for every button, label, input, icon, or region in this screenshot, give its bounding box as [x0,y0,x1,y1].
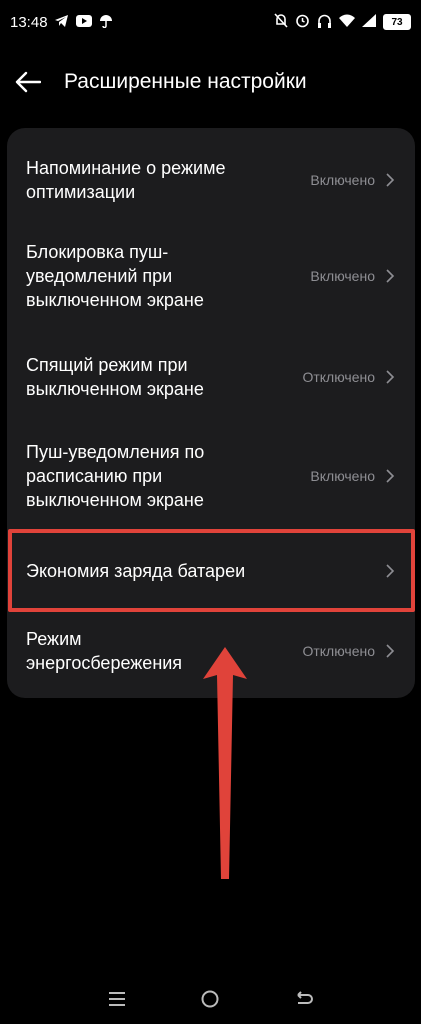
chevron-right-icon [386,269,395,283]
setting-sleep-mode-screen-off[interactable]: Спящий режим при выключенном экране Откл… [7,352,415,402]
chevron-right-icon [386,469,395,483]
telegram-icon [54,14,69,30]
setting-label: Блокировка пуш-уведомлений при выключенн… [26,242,204,310]
setting-scheduled-push[interactable]: Пуш-уведомления по расписанию при выключ… [7,440,415,512]
status-bar: 13:48 73 [0,0,421,44]
setting-value: Включено [310,268,375,284]
setting-label: Пуш-уведомления по расписанию при выключ… [26,442,205,510]
settings-card: Напоминание о режиме оптимизации Включен… [7,128,415,698]
chevron-right-icon [386,173,395,187]
bell-off-icon [274,13,288,31]
back-icon [297,991,314,1004]
page-title: Расширенные настройки [64,70,307,93]
home-button[interactable] [190,979,230,1019]
youtube-icon [75,14,92,30]
back-arrow-icon [15,71,41,93]
battery-icon: 73 [383,14,411,30]
back-nav-button[interactable] [284,979,324,1019]
menu-icon [108,992,125,1006]
status-time: 13:48 [10,13,48,31]
headphones-icon [317,14,332,31]
home-icon [201,990,219,1008]
setting-label: Спящий режим при выключенном экране [26,355,204,399]
pointer-arrow-icon [203,647,247,879]
setting-push-block-screen-off[interactable]: Блокировка пуш-уведомлений при выключенн… [7,240,415,312]
wifi-icon [339,14,355,30]
chevron-right-icon [386,370,395,384]
setting-value: Отключено [302,643,375,659]
highlight-box [8,529,415,612]
recent-apps-button[interactable] [97,979,137,1019]
setting-optimization-reminder[interactable]: Напоминание о режиме оптимизации Включен… [7,150,415,210]
alarm-icon [295,13,310,31]
screen: 13:48 73 Расширенные настройки Напоминан… [0,0,421,1024]
app-bar: Расширенные настройки [0,58,421,106]
navigation-bar [0,974,421,1024]
setting-label: Режим энергосбережения [26,629,183,673]
setting-value: Включено [310,172,375,188]
setting-label: Напоминание о режиме оптимизации [26,158,226,202]
setting-value: Включено [310,468,375,484]
umbrella-icon [99,14,113,31]
setting-value: Отключено [302,369,375,385]
signal-icon [362,14,376,30]
chevron-right-icon [386,644,395,658]
back-button[interactable] [0,58,56,106]
